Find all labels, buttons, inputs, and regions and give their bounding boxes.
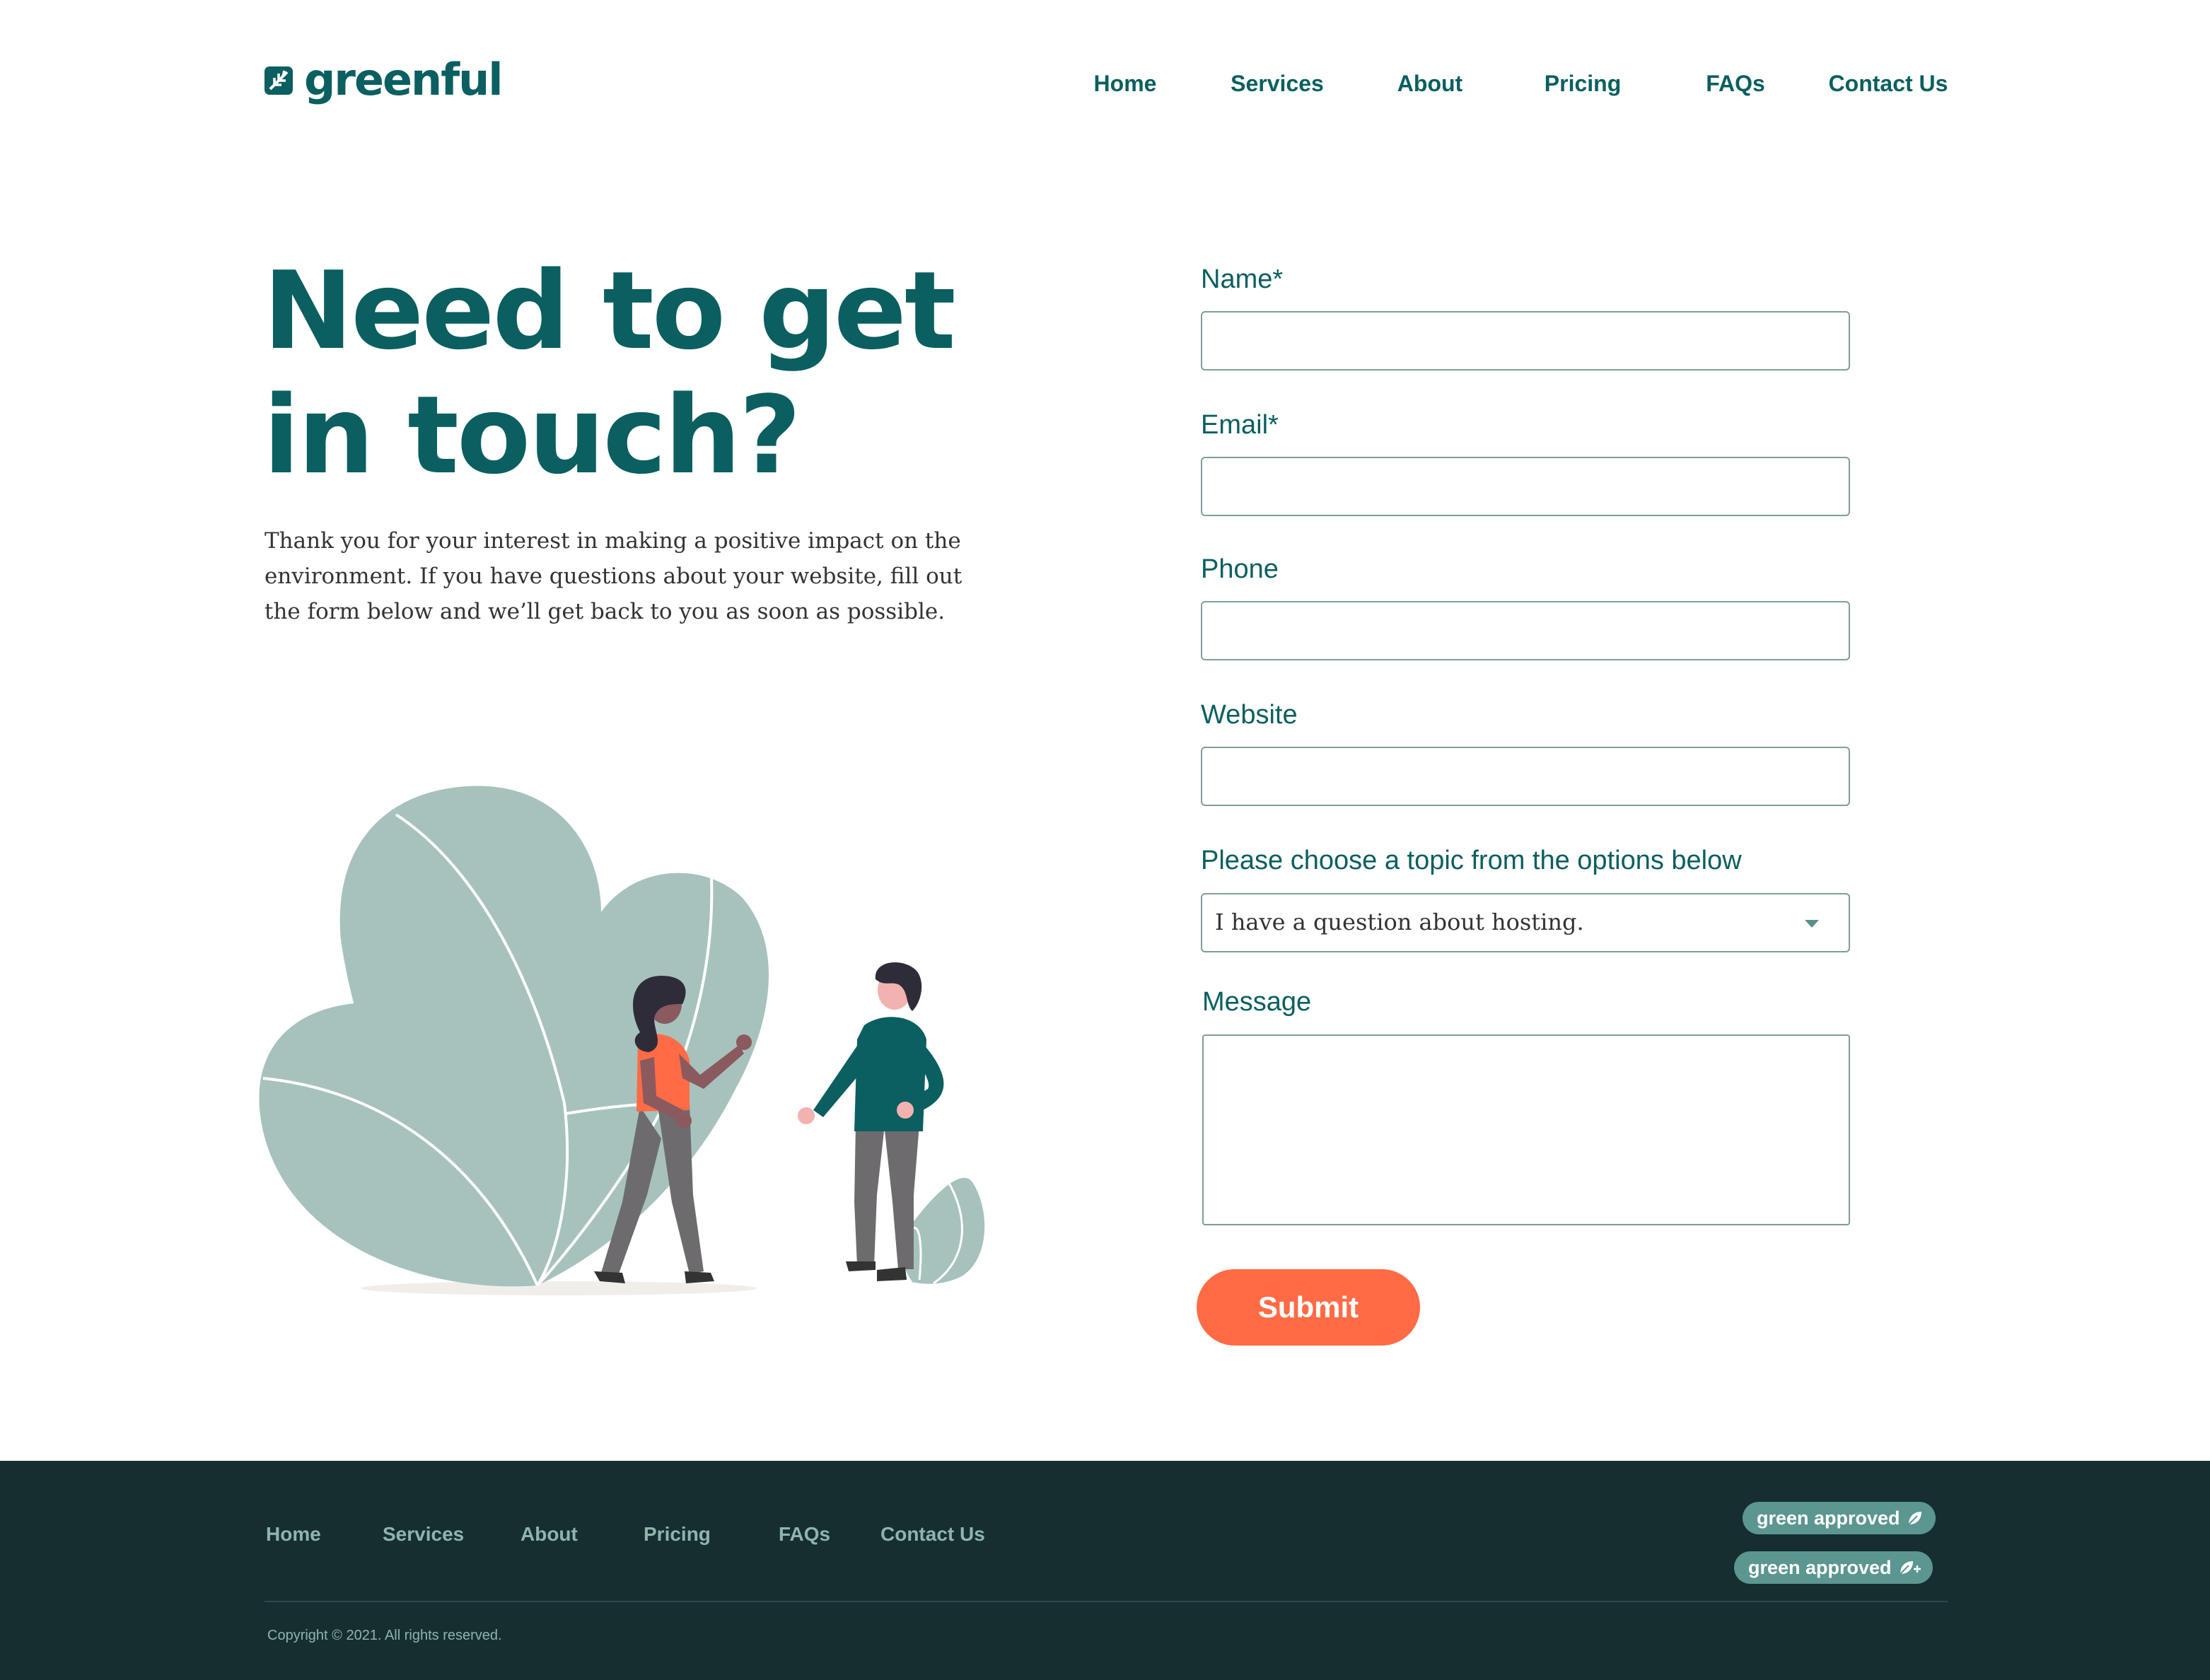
nav-faqs-link[interactable]: FAQs bbox=[1706, 71, 1765, 97]
page-title: Need to get in touch? bbox=[263, 248, 956, 498]
phone-field[interactable] bbox=[1201, 601, 1850, 660]
topic-selected-value: I have a question about hosting. bbox=[1215, 909, 1584, 935]
topic-select[interactable]: I have a question about hosting. bbox=[1201, 893, 1850, 952]
message-textarea[interactable] bbox=[1202, 1034, 1850, 1225]
footer-services-link[interactable]: Services bbox=[383, 1523, 464, 1546]
website-label: Website bbox=[1201, 700, 1298, 730]
badge-label: green approved bbox=[1757, 1507, 1900, 1529]
leaf-icon bbox=[1907, 1512, 1921, 1525]
nav-pricing-link[interactable]: Pricing bbox=[1545, 71, 1621, 97]
email-field[interactable] bbox=[1201, 457, 1850, 516]
leaf-plus-icon bbox=[1899, 1561, 1921, 1575]
people-plant-illustration bbox=[259, 786, 985, 1295]
site-footer: Home Services About Pricing FAQs Contact… bbox=[0, 1461, 2210, 1680]
nav-home-link[interactable]: Home bbox=[1094, 71, 1157, 97]
footer-about-link[interactable]: About bbox=[520, 1523, 578, 1546]
green-approved-badge: green approved bbox=[1743, 1502, 1936, 1534]
submit-button[interactable]: Submit bbox=[1197, 1269, 1420, 1346]
footer-divider bbox=[264, 1601, 1948, 1602]
footer-contact-link[interactable]: Contact Us bbox=[880, 1523, 985, 1546]
name-label: Name* bbox=[1201, 264, 1284, 294]
green-approved-plus-badge: green approved bbox=[1734, 1551, 1933, 1584]
intro-paragraph: Thank you for your interest in making a … bbox=[264, 528, 962, 624]
phone-label: Phone bbox=[1201, 554, 1279, 584]
nav-contact-link[interactable]: Contact Us bbox=[1829, 71, 1948, 97]
email-label: Email* bbox=[1201, 410, 1279, 440]
footer-pricing-link[interactable]: Pricing bbox=[644, 1523, 711, 1546]
website-field[interactable] bbox=[1201, 747, 1850, 806]
nav-about-link[interactable]: About bbox=[1397, 71, 1462, 97]
nav-services-link[interactable]: Services bbox=[1231, 71, 1324, 97]
footer-home-link[interactable]: Home bbox=[266, 1523, 321, 1546]
badge-label: green approved bbox=[1748, 1556, 1892, 1578]
name-field[interactable] bbox=[1201, 311, 1850, 371]
message-label: Message bbox=[1202, 987, 1312, 1017]
main-nav: Home Services About Pricing FAQs Contact… bbox=[0, 71, 2210, 103]
copyright-text: Copyright © 2021. All rights reserved. bbox=[267, 1628, 502, 1643]
chevron-down-icon bbox=[1805, 920, 1819, 928]
topic-label: Please choose a topic from the options b… bbox=[1201, 846, 1742, 875]
footer-faqs-link[interactable]: FAQs bbox=[779, 1523, 830, 1546]
